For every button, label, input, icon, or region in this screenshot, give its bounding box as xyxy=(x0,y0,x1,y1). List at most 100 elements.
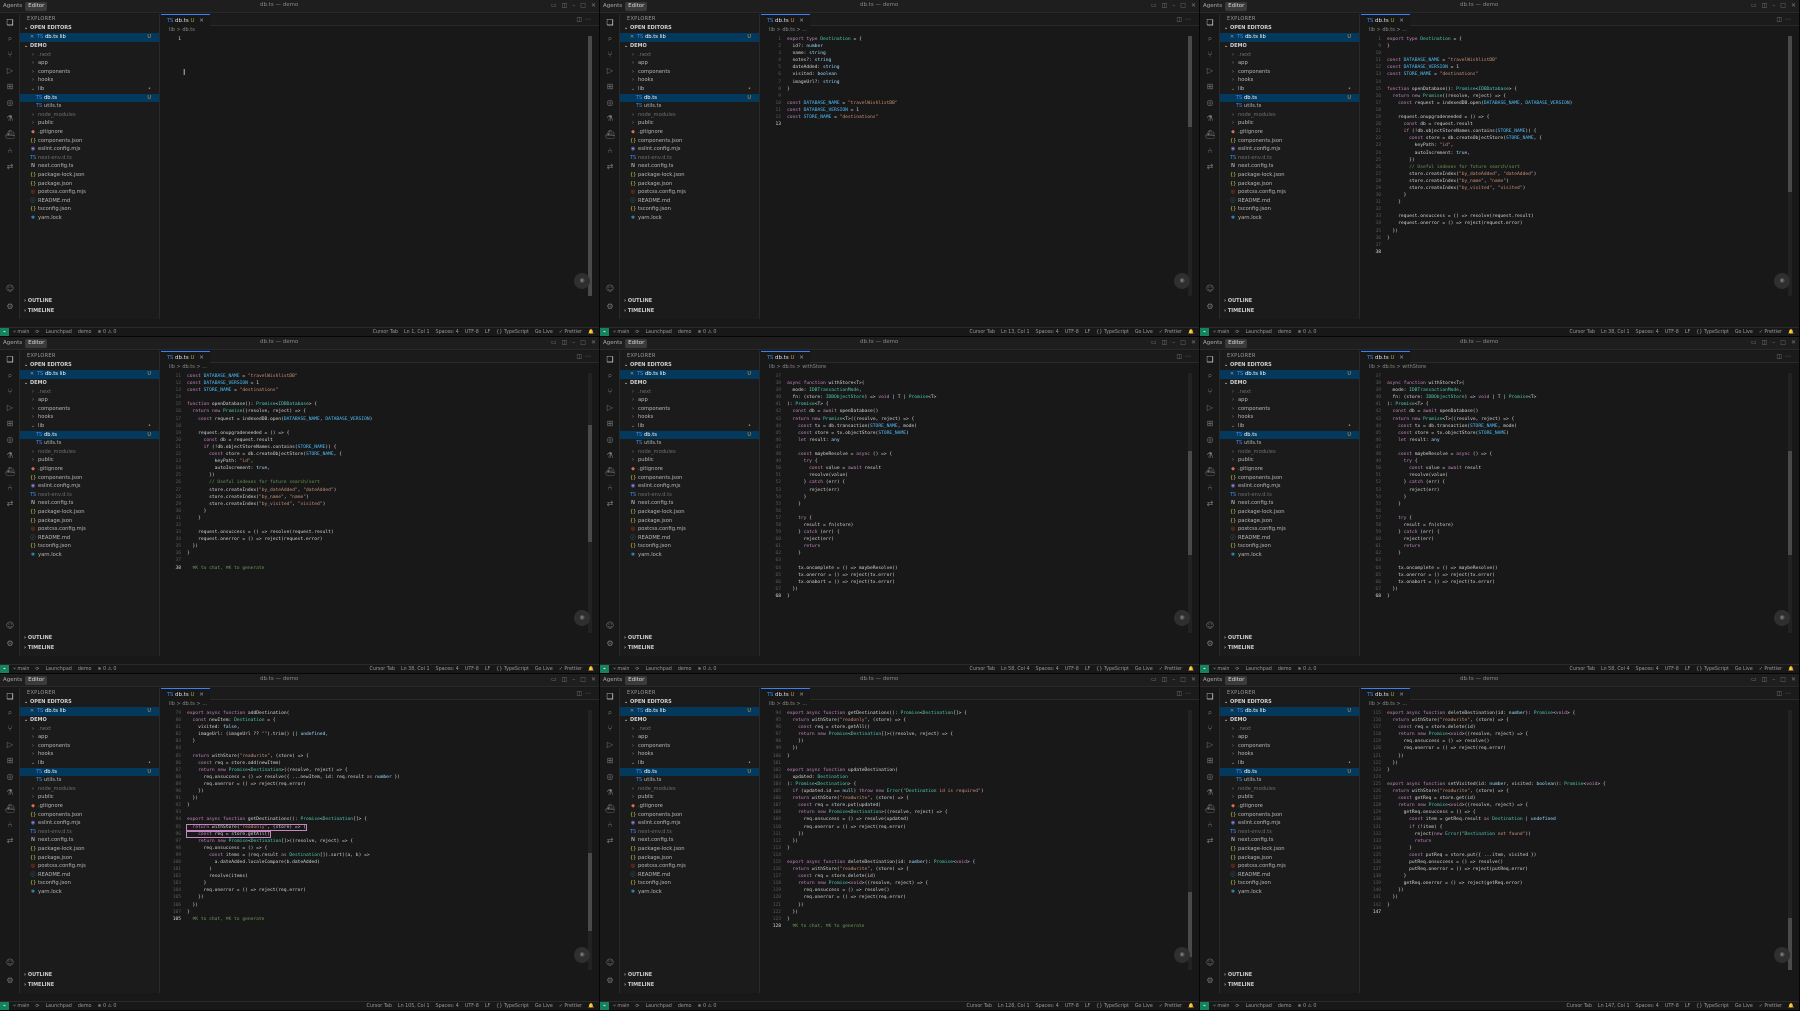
cursor-position[interactable]: Ln 147, Col 1 xyxy=(1598,1004,1630,1009)
code-line[interactable]: 93 xyxy=(161,809,599,816)
code-line[interactable]: 105 if (updated.id == null) throw new Er… xyxy=(761,788,1199,795)
file-tree-item[interactable]: ⓘ README.md xyxy=(1220,197,1359,206)
settings-gear-icon[interactable]: ⚙ xyxy=(605,976,615,986)
file-tree-item[interactable]: › node_modules xyxy=(620,785,759,794)
code-line[interactable]: 40 fn: (store: IDBObjectStore) => void |… xyxy=(761,394,1199,401)
more-icon[interactable]: ⋯ xyxy=(1785,353,1794,360)
branch-indicator[interactable]: ⑂ main xyxy=(613,329,629,335)
code-line[interactable]: 13 xyxy=(761,121,1199,128)
file-tree-item[interactable]: {} tsconfig.json xyxy=(20,205,159,214)
file-tree-item[interactable]: ✱ yarn.lock xyxy=(20,551,159,560)
open-editor-item[interactable]: ✕ TS db.ts lib U xyxy=(1220,33,1359,42)
code-line[interactable]: 103 } xyxy=(161,880,599,887)
more-icon[interactable]: ⋯ xyxy=(1185,690,1194,697)
code-line[interactable]: 80 const newItem: Destination = { xyxy=(161,717,599,724)
remote-icon[interactable]: ⌁ xyxy=(600,327,609,336)
file-tree-item[interactable]: › components xyxy=(620,405,759,414)
breadcrumb[interactable]: lib > db.ts > ... xyxy=(161,700,599,709)
branch-indicator[interactable]: ⑂ main xyxy=(1213,1003,1229,1009)
extensions-icon[interactable]: ⊞ xyxy=(1205,756,1215,766)
code-line[interactable]: 63 xyxy=(761,557,1199,564)
git-graph-icon[interactable]: ⑃ xyxy=(1205,146,1215,156)
editor-menu[interactable]: Editor xyxy=(1225,338,1248,348)
chat-icon[interactable]: ◉ xyxy=(1174,610,1190,626)
file-tree-item[interactable]: TS next-env.d.ts xyxy=(620,828,759,837)
open-editor-item[interactable]: ✕ TS db.ts lib U xyxy=(620,370,759,379)
file-tree-item[interactable]: {} components.json xyxy=(1220,474,1359,483)
cursor-tab-item[interactable]: Cursor Tab xyxy=(373,330,398,335)
code-line[interactable]: 17 const request = indexedDB.open(DATABA… xyxy=(1361,100,1799,107)
split-icon[interactable]: ◫ xyxy=(562,676,568,683)
editor-actions[interactable]: ◫⋯ xyxy=(576,690,594,697)
minimize-icon[interactable]: – xyxy=(572,676,575,683)
cursor-tab-item[interactable]: Cursor Tab xyxy=(1570,667,1595,672)
file-tree-item[interactable]: ◎ postcss.config.mjs xyxy=(20,862,159,871)
scrollbar[interactable] xyxy=(588,36,592,296)
prettier-status[interactable]: ✓ Prettier xyxy=(559,330,582,335)
open-editor-item[interactable]: ✕ TS db.ts lib U xyxy=(20,707,159,716)
code-editor[interactable]: 11 const DATABASE_NAME = "travelWishlistD… xyxy=(161,373,599,572)
code-line[interactable]: 94 export async function getDestinations(… xyxy=(161,816,599,823)
search-icon[interactable]: ⌕ xyxy=(5,371,15,381)
code-line[interactable]: 55 } xyxy=(1361,501,1799,508)
code-line[interactable]: 21 if (!db.objectStoreNames.contains(STO… xyxy=(161,444,599,451)
file-tree-item[interactable]: {} package-lock.json xyxy=(20,171,159,180)
cursor-tab-item[interactable]: Cursor Tab xyxy=(966,1004,991,1009)
code-line[interactable]: 29 store.createIndex("by_visited", "visi… xyxy=(1361,185,1799,192)
file-tree-item[interactable]: ✱ yarn.lock xyxy=(620,214,759,223)
open-editors-section[interactable]: ⌄ OPEN EDITORS xyxy=(1220,698,1359,707)
file-tree-item[interactable]: › hooks xyxy=(20,750,159,759)
code-line[interactable]: 37 xyxy=(761,373,1199,380)
code-line[interactable]: 135 const putReq = store.put({ ...item, … xyxy=(1361,852,1799,859)
settings-gear-icon[interactable]: ⚙ xyxy=(5,639,15,649)
close-icon[interactable]: ✕ xyxy=(1191,676,1196,683)
code-line[interactable]: 7 imageUrl?: string xyxy=(761,79,1199,86)
file-tree-item[interactable]: {} components.json xyxy=(20,811,159,820)
file-tree-item[interactable]: Nnext.config.ts xyxy=(620,499,759,508)
code-line[interactable]: 38 xyxy=(1361,249,1799,256)
code-line[interactable]: 37 xyxy=(1361,242,1799,249)
code-line[interactable]: 140 }) xyxy=(1361,887,1799,894)
code-line[interactable]: 100} xyxy=(761,753,1199,760)
file-tree-item[interactable]: › .next xyxy=(620,388,759,397)
close-icon[interactable]: ✕ xyxy=(1229,370,1235,379)
minimize-icon[interactable]: – xyxy=(1772,2,1775,9)
cursor-tab-item[interactable]: Cursor Tab xyxy=(1570,330,1595,335)
line-ending[interactable]: LF xyxy=(485,667,490,672)
code-line[interactable]: 20 const db = request.result xyxy=(161,437,599,444)
code-line[interactable]: 51 resolve(value) xyxy=(761,472,1199,479)
extensions-icon[interactable]: ⊞ xyxy=(5,756,15,766)
code-line[interactable]: 10 const DATABASE_NAME = "travelWishlistD… xyxy=(761,100,1199,107)
go-live-button[interactable]: Go Live xyxy=(1735,1004,1753,1009)
tab-db-ts[interactable]: TS db.ts U ✕ xyxy=(761,350,810,363)
code-line[interactable]: 27 store.createIndex("by_dateAdded", "da… xyxy=(1361,171,1799,178)
file-tree-item[interactable]: TS db.ts U xyxy=(620,767,759,777)
file-tree-item[interactable]: ✱ yarn.lock xyxy=(20,888,159,897)
remote-icon[interactable]: ◎ xyxy=(605,98,615,108)
code-line[interactable]: 39 mode: IDBTransactionMode, xyxy=(1361,387,1799,394)
file-tree-item[interactable]: › components xyxy=(1220,742,1359,751)
file-tree-item[interactable]: › app xyxy=(1220,733,1359,742)
file-tree-item[interactable]: TS db.ts U xyxy=(1220,767,1359,777)
sync-icon[interactable]: ⟳ xyxy=(35,667,39,672)
encoding[interactable]: UTF-8 xyxy=(1065,1004,1079,1009)
file-tree-item[interactable]: ✱ yarn.lock xyxy=(1220,888,1359,897)
code-line[interactable]: 102 export async function updateDestinati… xyxy=(761,767,1199,774)
code-line[interactable]: 24 autoIncrement: true, xyxy=(161,465,599,472)
chat-icon[interactable]: ◉ xyxy=(1174,947,1190,963)
file-tree-item[interactable]: {} package.json xyxy=(20,180,159,189)
line-ending[interactable]: LF xyxy=(1685,330,1690,335)
search-icon[interactable]: ⌕ xyxy=(605,34,615,44)
file-tree-item[interactable]: {} package-lock.json xyxy=(620,171,759,180)
more-icon[interactable]: ⋯ xyxy=(1185,16,1194,23)
code-line[interactable]: 120 req.onerror = () => reject(req.error… xyxy=(761,894,1199,901)
problems-indicator[interactable]: ⊗ 0 ⚠ 0 xyxy=(697,667,716,672)
code-line[interactable]: 36} xyxy=(161,550,599,557)
code-line[interactable]: 57 try { xyxy=(761,515,1199,522)
code-line[interactable]: 57 try { xyxy=(1361,515,1799,522)
open-editors-section[interactable]: ⌄ OPEN EDITORS xyxy=(1220,24,1359,33)
code-line[interactable]: 95 return withStore("readonly", (store) … xyxy=(161,823,599,831)
tab-db-ts[interactable]: TS db.ts U ✕ xyxy=(161,13,210,26)
project-section[interactable]: ⌄ DEMO xyxy=(620,42,759,51)
maximize-icon[interactable]: □ xyxy=(1180,339,1186,346)
